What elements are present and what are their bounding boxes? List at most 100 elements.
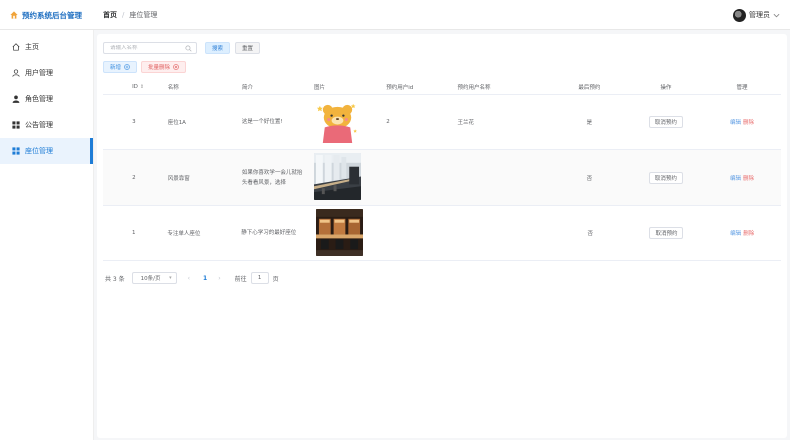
sidebar-item-label: 公告管理 — [25, 121, 53, 129]
next-page-button[interactable]: › — [218, 275, 220, 282]
cell-manage: 编辑 删除 — [703, 118, 781, 126]
cell-name: 风景靠窗 — [167, 175, 190, 182]
sidebar-item-home[interactable]: 主页 — [0, 34, 93, 60]
edit-link[interactable]: 编辑 — [730, 231, 741, 237]
pagination: 共 3 条 10条/页 ▾ ‹ 1 › 前往 1 页 — [105, 272, 279, 284]
cell-intro: 静下心学习的最好座位 — [241, 230, 297, 236]
cell-manage: 编辑 删除 — [703, 229, 781, 237]
search-button[interactable]: 搜索 — [205, 42, 231, 54]
cancel-reservation-button[interactable]: 取消预约 — [648, 171, 683, 184]
header-name: 名称 — [167, 85, 179, 91]
breadcrumb-home[interactable]: 首页 — [103, 10, 117, 20]
page-unit-label: 页 — [272, 275, 279, 283]
sidebar-item-roles[interactable]: 角色管理 — [0, 86, 93, 112]
grid-icon — [11, 121, 20, 130]
header-id[interactable]: ID ⇕ — [127, 84, 168, 90]
user-icon — [11, 69, 20, 78]
batch-delete-button[interactable]: 批量删除 — [141, 61, 187, 73]
cancel-reservation-button[interactable]: 取消预约 — [649, 227, 684, 239]
cell-manage: 编辑 删除 — [703, 174, 781, 182]
cell-user-name: 王兰花 — [457, 120, 474, 126]
cancel-reservation-button[interactable]: 取消预约 — [648, 116, 683, 128]
cell-last-reserved: 否 — [587, 231, 594, 237]
cell-last-reserved: 否 — [586, 175, 593, 182]
add-button[interactable]: 新增 — [103, 61, 138, 73]
header-intro: 简介 — [241, 85, 253, 91]
cell-operation: 取消预约 — [629, 116, 703, 128]
search-icon — [185, 45, 192, 52]
cell-last-reserved: 是 — [586, 120, 593, 126]
avatar — [733, 8, 746, 22]
cell-id: 3 — [132, 119, 136, 125]
header-image: 图片 — [314, 85, 326, 91]
user-menu[interactable]: 管理员 — [733, 0, 780, 30]
action-toolbar: 新增 批量删除 — [103, 61, 187, 73]
delete-link[interactable]: 删除 — [743, 176, 754, 182]
search-input[interactable] — [110, 45, 188, 51]
main-panel: 搜索 重置 新增 批量删除 ID⇕ 名称 简介 图片 预约用户id 预约用户名称… — [97, 34, 787, 438]
top-header: 预约系统后台管理 首页 / 座位管理 管理员 — [0, 0, 790, 30]
cell-name: 专注单人座位 — [167, 231, 201, 237]
sidebar-item-seats[interactable]: 座位管理 — [0, 138, 93, 164]
house-logo-icon — [10, 11, 18, 19]
header-last-reserved: 最后预约 — [578, 85, 601, 91]
sort-icon: ⇕ — [139, 84, 145, 90]
chevron-down-icon: ▾ — [169, 275, 172, 281]
table-header: ID ⇕ 名称 简介 图片 预约用户id 预约用户名称 最后预约 操作 管理 — [103, 80, 781, 95]
page-size-select[interactable]: 10条/页 ▾ — [131, 272, 177, 284]
bear-image[interactable] — [314, 97, 362, 145]
sidebar-item-label: 座位管理 — [25, 147, 53, 155]
edit-link[interactable]: 编辑 — [730, 176, 741, 182]
cell-operation: 取消预约 — [629, 171, 703, 184]
user-name: 管理员 — [749, 11, 770, 19]
reset-button[interactable]: 重置 — [235, 42, 261, 54]
delete-link[interactable]: 删除 — [743, 120, 754, 126]
sidebar-item-label: 主页 — [25, 43, 39, 51]
sidebar-item-notices[interactable]: 公告管理 — [0, 112, 93, 138]
goto-label: 前往 — [234, 275, 247, 283]
library-window-image[interactable] — [314, 153, 362, 200]
plus-circle-icon — [124, 64, 130, 70]
breadcrumb-separator: / — [122, 11, 125, 19]
app-logo: 预约系统后台管理 — [0, 0, 94, 30]
cell-intro: 这是一个好位置! — [241, 119, 283, 125]
header-user-name: 预约用户名称 — [457, 85, 491, 91]
cell-image[interactable] — [314, 97, 386, 147]
sidebar-item-label: 用户管理 — [25, 69, 53, 77]
cell-id: 1 — [131, 230, 136, 236]
grid-icon — [11, 147, 20, 156]
breadcrumb: 首页 / 座位管理 — [103, 0, 157, 30]
cell-id: 2 — [132, 174, 136, 181]
table-row[interactable]: 2 风景靠窗 如果你喜欢学一会儿就抬头看看风景，选择 否 取消预约 编辑 删除 — [103, 150, 781, 206]
cell-intro: 如果你喜欢学一会儿就抬头看看风景，选择 — [241, 169, 303, 186]
edit-link[interactable]: 编辑 — [730, 120, 741, 126]
table-row[interactable]: 3 座位1A 这是一个好位置! 2 王兰花 是 取消预约 编辑 删除 — [103, 95, 781, 150]
header-manage: 管理 — [736, 85, 748, 91]
page-number[interactable]: 1 — [203, 275, 207, 282]
add-button-label: 新增 — [110, 65, 122, 71]
sidebar-item-label: 角色管理 — [25, 95, 53, 103]
total-count: 共 3 条 — [105, 275, 125, 283]
seat-table: ID ⇕ 名称 简介 图片 预约用户id 预约用户名称 最后预约 操作 管理 3 … — [103, 80, 781, 261]
breadcrumb-current: 座位管理 — [129, 11, 158, 19]
table-row[interactable]: 1 专注单人座位 静下心学习的最好座位 否 取消预约 编辑 删除 — [103, 206, 781, 261]
search-toolbar: 搜索 重置 — [103, 42, 261, 54]
prev-page-button[interactable]: ‹ — [188, 275, 190, 282]
cell-operation: 取消预约 — [630, 227, 704, 239]
app-title: 预约系统后台管理 — [22, 10, 82, 20]
goto-page-input[interactable]: 1 — [250, 272, 269, 284]
cell-name: 座位1A — [167, 120, 186, 126]
delete-link[interactable]: 删除 — [743, 231, 754, 237]
study-booth-image[interactable] — [316, 208, 364, 256]
sidebar-item-users[interactable]: 用户管理 — [0, 60, 93, 86]
chevron-down-icon — [773, 13, 780, 17]
search-field[interactable] — [103, 42, 197, 54]
batch-delete-label: 批量删除 — [148, 65, 171, 71]
cell-image[interactable] — [314, 153, 386, 202]
role-icon — [11, 95, 20, 104]
header-user-id: 预约用户id — [386, 85, 414, 91]
header-operation: 操作 — [660, 85, 672, 91]
cell-image[interactable] — [316, 208, 388, 258]
remove-circle-icon — [173, 64, 179, 70]
sidebar: 主页 用户管理 角色管理 公告管理 座位管理 — [0, 30, 94, 440]
